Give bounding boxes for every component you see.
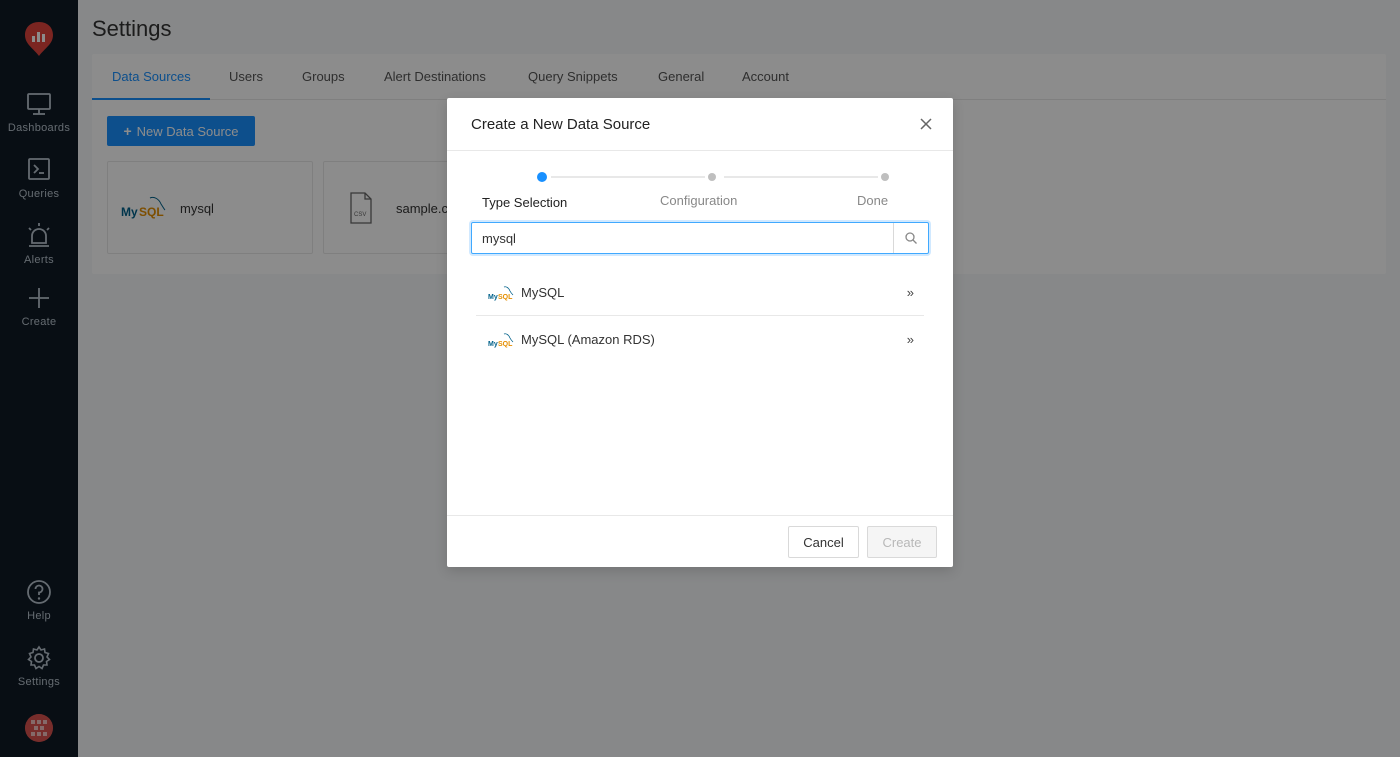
search-icon[interactable] bbox=[893, 223, 928, 253]
svg-text:My: My bbox=[488, 341, 498, 348]
svg-text:SQL: SQL bbox=[498, 341, 513, 348]
mysql-logo-icon: My SQL bbox=[488, 331, 514, 349]
step-label-done: Done bbox=[857, 193, 889, 208]
modal-header: Create a New Data Source bbox=[447, 98, 953, 151]
step-connector bbox=[551, 176, 705, 178]
double-chevron-right-icon: » bbox=[906, 285, 914, 300]
cancel-button[interactable]: Cancel bbox=[788, 526, 859, 558]
svg-text:SQL: SQL bbox=[498, 294, 513, 301]
wizard-steps: Type Selection Configuration Done bbox=[471, 168, 929, 218]
step-connector bbox=[724, 176, 878, 178]
step-label-configuration: Configuration bbox=[660, 193, 738, 208]
create-button[interactable]: Create bbox=[867, 526, 937, 558]
list-item-mysql[interactable]: My SQL MySQL » bbox=[476, 269, 924, 316]
result-label: MySQL bbox=[521, 285, 565, 300]
search-input[interactable] bbox=[472, 223, 894, 253]
double-chevron-right-icon: » bbox=[906, 332, 914, 347]
close-icon[interactable] bbox=[919, 117, 933, 131]
step-dot-done bbox=[881, 173, 889, 181]
search-box bbox=[471, 222, 929, 254]
result-label: MySQL (Amazon RDS) bbox=[521, 332, 655, 347]
mysql-logo-icon: My SQL bbox=[488, 284, 514, 302]
create-data-source-modal: Create a New Data Source Type Selection … bbox=[447, 98, 953, 567]
modal-title: Create a New Data Source bbox=[471, 116, 651, 133]
step-label-type-selection: Type Selection bbox=[482, 195, 568, 210]
modal-footer: Cancel Create bbox=[447, 515, 953, 567]
step-dot-type-selection bbox=[537, 172, 547, 182]
svg-text:My: My bbox=[488, 294, 498, 301]
list-item-mysql-rds[interactable]: My SQL MySQL (Amazon RDS) » bbox=[476, 316, 924, 363]
step-dot-configuration bbox=[708, 173, 716, 181]
